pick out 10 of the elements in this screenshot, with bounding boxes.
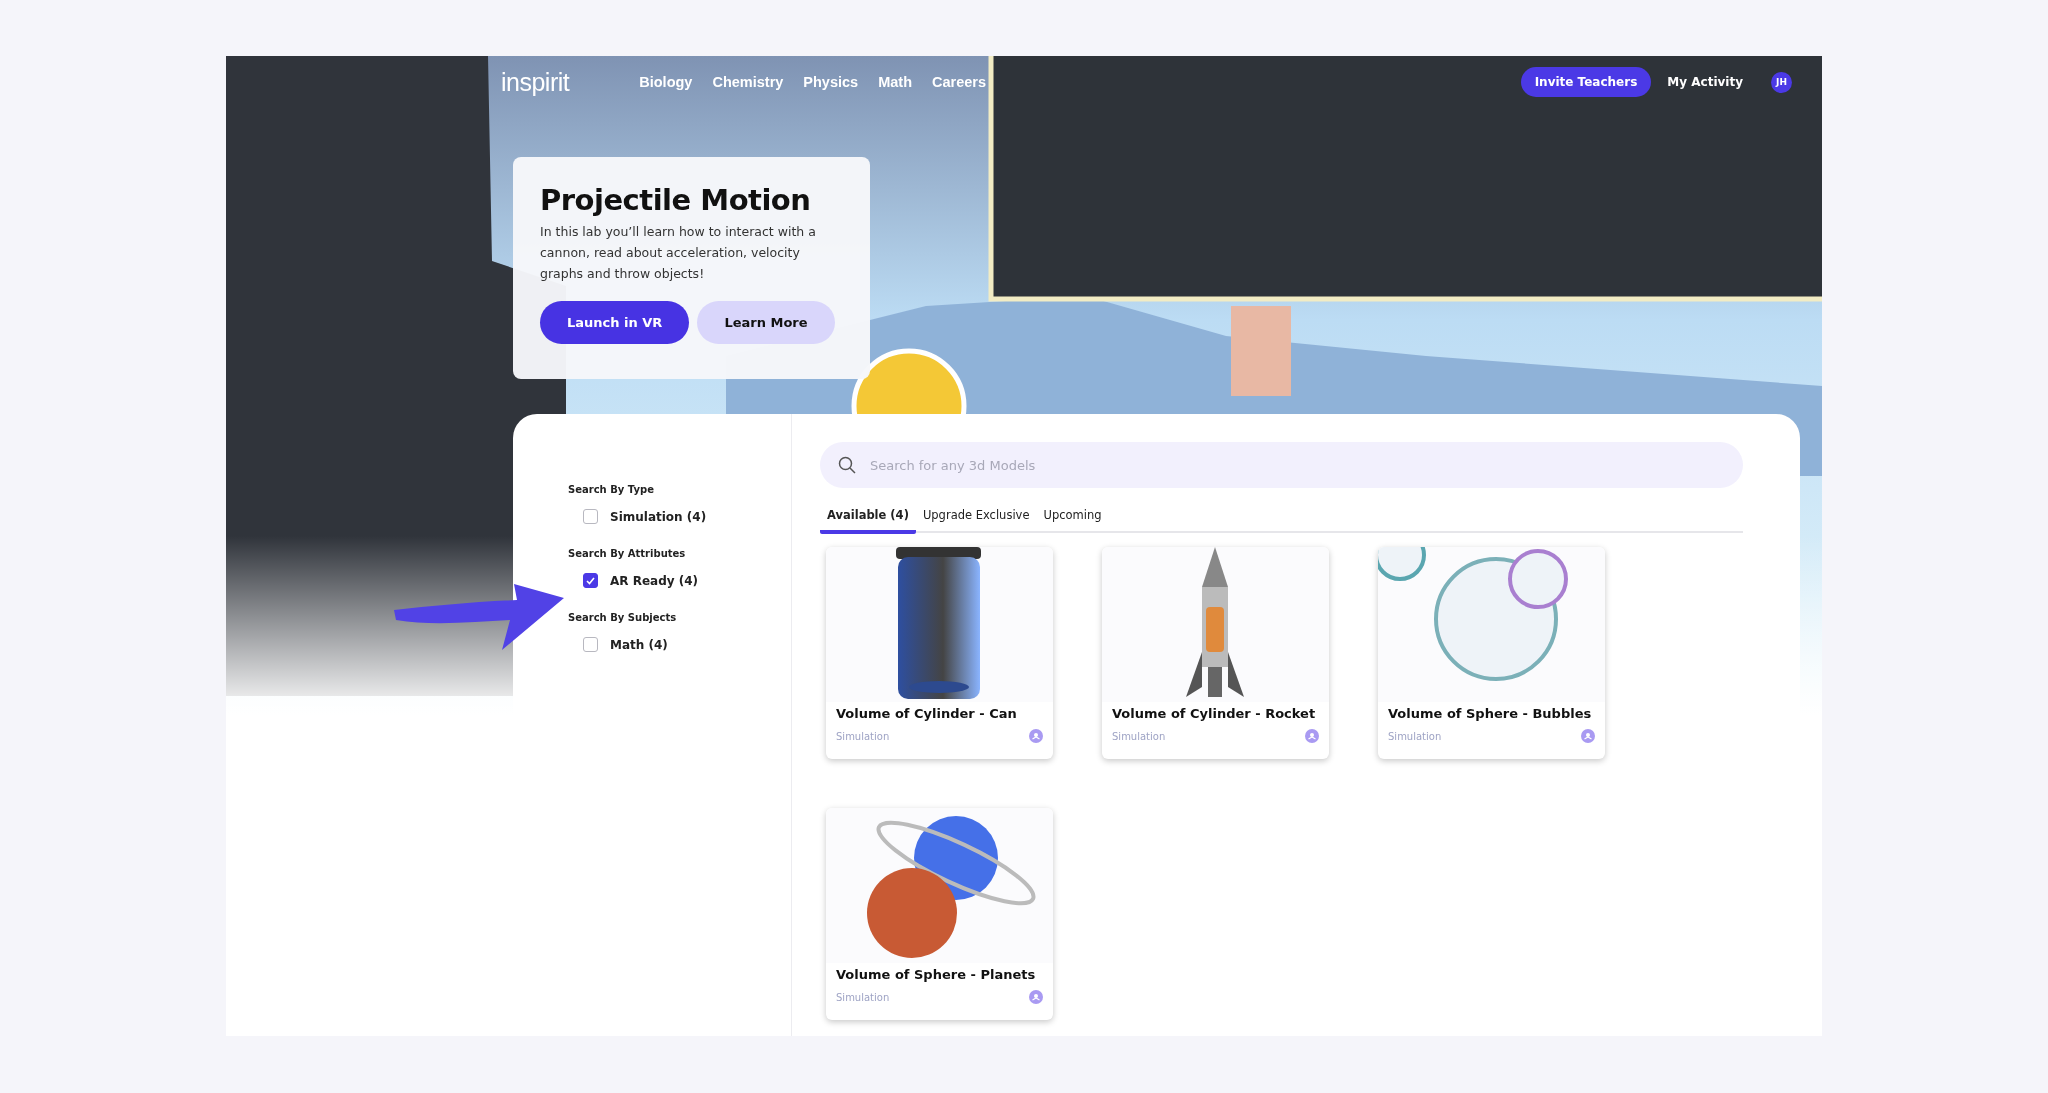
card-type: Simulation	[836, 730, 890, 742]
ar-badge-icon	[1305, 729, 1319, 743]
card-type: Simulation	[1388, 730, 1442, 742]
ar-badge-icon	[1581, 729, 1595, 743]
card-type: Simulation	[836, 991, 890, 1003]
ar-badge-icon	[1029, 990, 1043, 1004]
model-card[interactable]: Volume of Sphere - Planets Simulation	[826, 808, 1053, 1020]
card-title: Volume of Sphere - Planets	[835, 966, 1037, 982]
ar-badge-icon	[1029, 729, 1043, 743]
card-type: Simulation	[1112, 730, 1166, 742]
